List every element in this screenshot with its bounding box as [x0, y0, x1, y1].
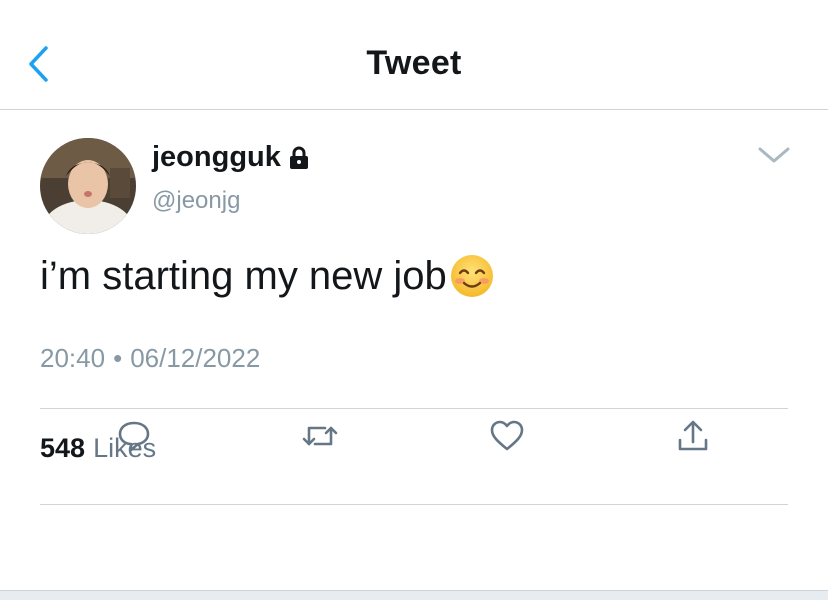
divider: [40, 408, 788, 409]
display-name[interactable]: jeongguk: [152, 141, 281, 174]
bottom-divider: [0, 590, 828, 600]
tweet-date: 06/12/2022: [130, 343, 261, 373]
chevron-down-icon: [756, 147, 792, 171]
reply-button[interactable]: [112, 416, 156, 460]
tweet-text: i’m starting my new job: [40, 253, 495, 299]
like-button[interactable]: [485, 416, 529, 460]
reply-icon: [116, 418, 152, 459]
tweet-actions: [0, 416, 828, 476]
tweet-time: 20:40: [40, 343, 106, 373]
timestamp-separator: •: [113, 343, 123, 373]
divider: [40, 504, 788, 505]
user-handle[interactable]: @jeonjg: [152, 187, 240, 215]
lock-icon: [287, 146, 311, 170]
share-icon: [676, 418, 710, 459]
tweet-timestamp: 20:40 • 06/12/2022: [40, 343, 260, 374]
smiling-face-icon: [449, 253, 495, 299]
share-button[interactable]: [671, 416, 715, 460]
tweet-menu-button[interactable]: [756, 143, 792, 167]
tweet-text-content: i’m starting my new job: [40, 253, 447, 298]
page-title: Tweet: [366, 44, 462, 82]
navigation-bar: Tweet: [0, 0, 828, 110]
retweet-button[interactable]: [298, 416, 342, 460]
avatar[interactable]: [40, 138, 136, 234]
user-name-row: jeongguk: [152, 141, 311, 174]
heart-icon: [489, 419, 525, 458]
retweet-icon: [301, 418, 339, 459]
